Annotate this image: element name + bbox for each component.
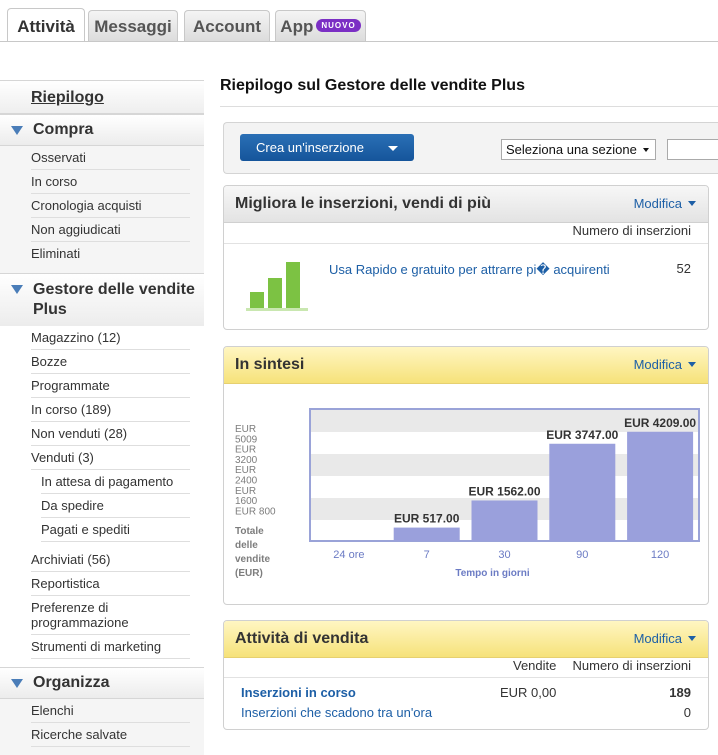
bar-value-label: EUR 517.00 bbox=[394, 512, 460, 526]
section-buy-header[interactable]: Compra bbox=[0, 114, 204, 145]
tab-messaggi[interactable]: Messaggi bbox=[88, 10, 178, 41]
section-select[interactable]: Seleziona una sezione bbox=[501, 139, 656, 160]
sidebar-item-reportistica[interactable]: Reportistica bbox=[31, 572, 190, 596]
sidebar-item-magazzino[interactable]: Magazzino (12) bbox=[31, 326, 190, 350]
chevron-down-icon bbox=[388, 146, 398, 151]
chart-bar bbox=[549, 443, 616, 541]
rapid-free-link[interactable]: Usa Rapido e gratuito per attrarre pi� a… bbox=[329, 262, 610, 278]
sidebar-summary-link[interactable]: Riepilogo bbox=[0, 80, 204, 114]
activity-edit-link[interactable]: Modifica bbox=[634, 621, 696, 657]
total-sales-label: delle bbox=[235, 540, 258, 551]
sidebar-item-preferenze[interactable]: Preferenze di programmazione bbox=[31, 596, 190, 635]
collapse-triangle-icon[interactable] bbox=[11, 679, 23, 688]
total-sales-label: vendite bbox=[235, 554, 270, 565]
sidebar-item-eliminati[interactable]: Eliminati bbox=[31, 242, 190, 265]
summary-panel: In sintesi Modifica EUR 5009 EUR 3200 EUR 240… bbox=[223, 346, 709, 605]
new-badge: NUOVO bbox=[316, 19, 361, 32]
tab-app[interactable]: App NUOVO bbox=[275, 10, 366, 41]
x-tick-label: 120 bbox=[651, 549, 669, 561]
section-organize-items: Elenchi Ricerche salvate bbox=[0, 698, 204, 755]
sidebar-item-in-corso[interactable]: In corso bbox=[31, 170, 190, 194]
search-input[interactable] bbox=[667, 139, 718, 160]
sales-bar-chart: EUR5009EUR3200EUR2400EUR1600EUR 800Total… bbox=[235, 408, 700, 579]
collapse-triangle-icon[interactable] bbox=[11, 126, 23, 135]
improve-listings-panel: Migliora le inserzioni, vendi di più Mod… bbox=[223, 185, 709, 330]
x-tick-label: 90 bbox=[576, 549, 588, 561]
sidebar-item-strumenti-marketing[interactable]: Strumenti di marketing bbox=[31, 635, 190, 659]
title-divider bbox=[220, 106, 718, 107]
active-listings-link[interactable]: Inserzioni in corso bbox=[241, 685, 356, 700]
listing-count-header: Numero di inserzioni bbox=[572, 223, 692, 238]
sidebar-item-programmate[interactable]: Programmate bbox=[31, 374, 190, 398]
panel-divider bbox=[224, 243, 708, 244]
bar-value-label: EUR 3747.00 bbox=[546, 428, 618, 442]
selling-activity-panel: Attività di vendita Modifica Vendite Num… bbox=[223, 620, 709, 730]
toolbar: Crea un'inserzione Seleziona una sezione bbox=[223, 122, 718, 174]
rapid-free-count: 52 bbox=[676, 261, 691, 276]
expiring-listings-count: 0 bbox=[683, 705, 691, 720]
total-sales-label: Totale bbox=[235, 526, 264, 537]
x-tick-label: 30 bbox=[498, 549, 510, 561]
create-listing-label: Crea un'inserzione bbox=[256, 140, 364, 155]
chart-bar bbox=[471, 500, 538, 541]
tab-attivita[interactable]: Attività bbox=[7, 8, 85, 42]
sales-column-header: Vendite bbox=[513, 658, 557, 673]
expiring-listings-link[interactable]: Inserzioni che scadono tra un'ora bbox=[241, 705, 432, 720]
y-axis-label: EUR 800 bbox=[235, 506, 276, 517]
sidebar-item-in-corso-sell[interactable]: In corso (189) bbox=[31, 398, 190, 422]
chevron-down-icon bbox=[688, 362, 696, 367]
growth-chart-icon bbox=[246, 262, 308, 311]
sidebar-item-pagati-spediti[interactable]: Pagati e spediti bbox=[41, 518, 190, 542]
chevron-down-icon bbox=[688, 201, 696, 206]
sidebar-item-venduti[interactable]: Venduti (3) bbox=[31, 446, 190, 470]
count-column-header: Numero di inserzioni bbox=[572, 658, 692, 673]
summary-edit-link[interactable]: Modifica bbox=[634, 347, 696, 383]
sidebar-item-cronologia[interactable]: Cronologia acquisti bbox=[31, 194, 190, 218]
sidebar-item-da-spedire[interactable]: Da spedire bbox=[41, 494, 190, 518]
chevron-down-icon bbox=[688, 636, 696, 641]
tab-app-label: App bbox=[280, 17, 314, 36]
chevron-down-icon bbox=[643, 148, 649, 152]
x-tick-label: 24 ore bbox=[333, 549, 364, 561]
sidebar-item-bozze[interactable]: Bozze bbox=[31, 350, 190, 374]
section-buy-items: Osservati In corso Cronologia acquisti N… bbox=[0, 145, 204, 273]
sidebar-item-non-aggiudicati[interactable]: Non aggiudicati bbox=[31, 218, 190, 242]
section-sell-items: Magazzino (12) Bozze Programmate In cors… bbox=[0, 326, 204, 667]
page-title: Riepilogo sul Gestore delle vendite Plus bbox=[220, 77, 525, 94]
sidebar-item-elenchi[interactable]: Elenchi bbox=[31, 699, 190, 723]
panel-divider bbox=[224, 677, 708, 678]
tab-bar: Attività Messaggi Account App NUOVO bbox=[0, 0, 718, 42]
improve-panel-header: Migliora le inserzioni, vendi di più Mod… bbox=[224, 186, 708, 223]
activity-panel-header: Attività di vendita Modifica bbox=[224, 621, 708, 658]
x-tick-label: 7 bbox=[424, 549, 430, 561]
sidebar-item-ricerche-salvate[interactable]: Ricerche salvate bbox=[31, 723, 190, 747]
tab-account[interactable]: Account bbox=[184, 10, 270, 41]
bar-value-label: EUR 1562.00 bbox=[468, 484, 540, 498]
chart-x-labels: 24 ore 7 30 90 120 Tempo in giorni bbox=[333, 549, 669, 579]
sidebar-item-attesa-pagamento[interactable]: In attesa di pagamento bbox=[41, 470, 190, 494]
x-axis-label: Tempo in giorni bbox=[455, 568, 529, 579]
sidebar-item-archiviati[interactable]: Archiviati (56) bbox=[31, 548, 190, 572]
sidebar: Riepilogo Compra Osservati In corso Cron… bbox=[0, 80, 204, 755]
sidebar-item-non-venduti[interactable]: Non venduti (28) bbox=[31, 422, 190, 446]
create-listing-button[interactable]: Crea un'inserzione bbox=[240, 134, 414, 161]
active-listings-count: 189 bbox=[669, 685, 691, 700]
bar-value-label: EUR 4209.00 bbox=[624, 416, 696, 430]
chart-bar bbox=[393, 527, 460, 541]
improve-edit-link[interactable]: Modifica bbox=[634, 186, 696, 222]
chart-y-labels: EUR5009EUR3200EUR2400EUR1600EUR 800Total… bbox=[235, 424, 276, 579]
summary-panel-header: In sintesi Modifica bbox=[224, 347, 708, 384]
active-listings-sales: EUR 0,00 bbox=[500, 685, 557, 700]
section-sell-header[interactable]: Gestore delle vendite Plus bbox=[0, 273, 204, 326]
total-sales-label: (EUR) bbox=[235, 568, 263, 579]
sidebar-item-osservati[interactable]: Osservati bbox=[31, 146, 190, 170]
tab-divider bbox=[0, 41, 718, 42]
collapse-triangle-icon[interactable] bbox=[11, 285, 23, 294]
section-organize-header[interactable]: Organizza bbox=[0, 667, 204, 698]
chart-bar bbox=[627, 431, 694, 541]
